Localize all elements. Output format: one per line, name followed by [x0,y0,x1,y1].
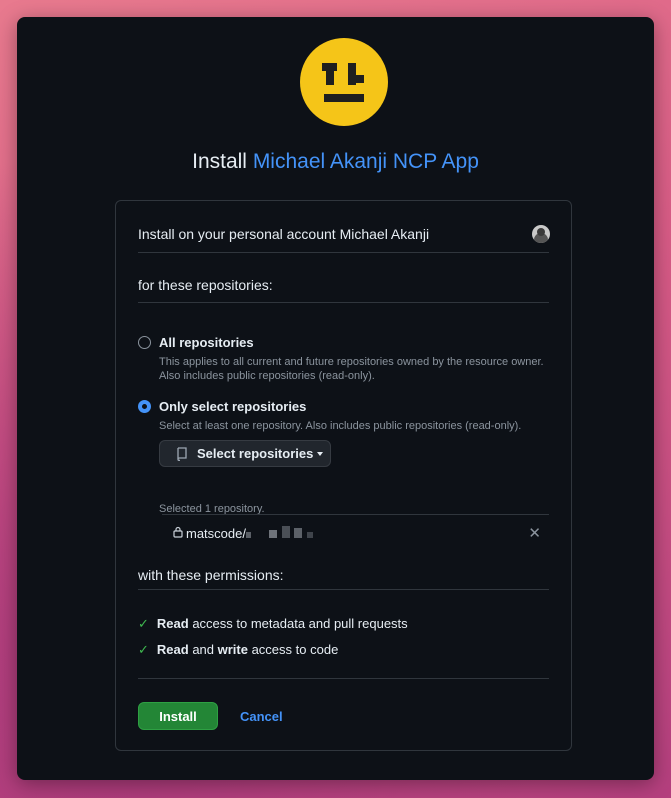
only-select-repositories-description: Select at least one repository. Also inc… [159,420,522,432]
app-name-link[interactable]: Michael Akanji NCP App [253,150,479,173]
permissions-section-label: with these permissions: [138,567,284,583]
caret-down-icon [317,451,324,456]
remove-repo-close-icon[interactable]: ✕ [528,524,541,542]
permission-item: ✓ Read access to metadata and pull reques… [138,616,408,631]
page-title: Install Michael Akanji NCP App [17,150,654,174]
divider [138,678,549,679]
permission-item: ✓ Read and write access to code [138,642,339,657]
check-icon: ✓ [138,642,149,657]
only-select-repositories-radio[interactable] [138,400,151,413]
all-repositories-description: This applies to all current and future r… [159,356,544,382]
avatar [532,225,550,243]
install-card: Install on your personal account Michael… [115,200,572,751]
install-window: Install Michael Akanji NCP App Install o… [17,17,654,780]
repo-icon [177,446,187,461]
repo-name: matscode/ [186,526,246,541]
install-button[interactable]: Install [138,702,218,730]
selected-repo-row: matscode/ ✕ [162,514,549,554]
all-repositories-radio[interactable] [138,336,151,349]
account-label: Install on your personal account Michael… [138,226,430,242]
repositories-section-label: for these repositories: [138,277,273,293]
select-repositories-label: Select repositories [197,446,314,461]
cancel-link[interactable]: Cancel [240,709,283,724]
divider [138,589,549,590]
redacted-repo-name [246,525,313,541]
select-repositories-button[interactable]: Select repositories [159,440,331,467]
app-logo-icon [300,38,388,126]
lock-icon [173,526,183,538]
title-prefix: Install [192,150,247,173]
divider [138,252,549,253]
divider [138,302,549,303]
check-icon: ✓ [138,616,149,631]
only-select-repositories-title[interactable]: Only select repositories [159,399,306,414]
all-repositories-title[interactable]: All repositories [159,335,254,350]
